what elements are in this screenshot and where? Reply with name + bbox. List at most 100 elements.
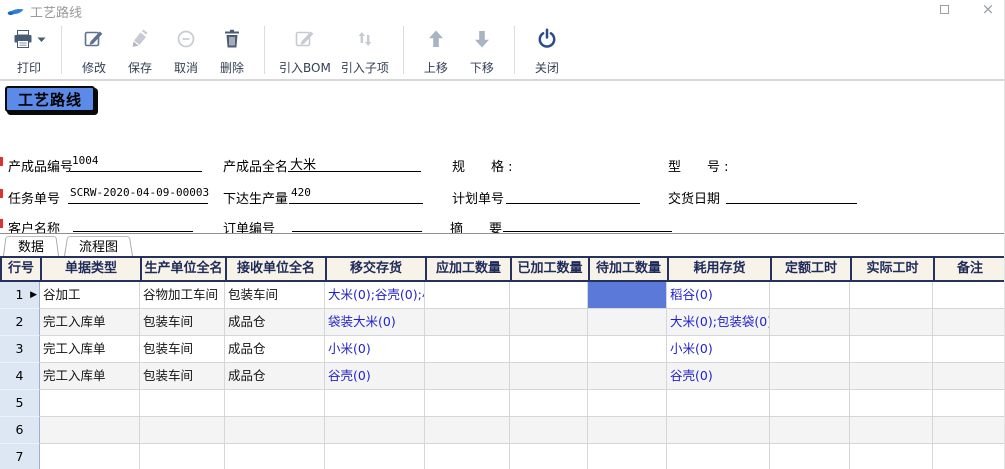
- table-cell[interactable]: [588, 390, 667, 417]
- table-cell[interactable]: [933, 336, 1005, 363]
- customer-name-value[interactable]: [73, 214, 193, 232]
- table-cell[interactable]: [933, 363, 1005, 390]
- row-number-cell[interactable]: 2: [0, 309, 40, 336]
- table-cell[interactable]: [510, 390, 588, 417]
- table-cell[interactable]: 完工入库单: [40, 309, 140, 336]
- product-code-value[interactable]: 1004: [70, 154, 202, 172]
- import-subitem-button[interactable]: 引入子项: [336, 23, 394, 79]
- table-cell[interactable]: [588, 363, 667, 390]
- table-cell[interactable]: 小米(0): [325, 336, 425, 363]
- table-cell[interactable]: [933, 417, 1005, 444]
- tab-data[interactable]: 数据: [3, 234, 59, 256]
- maximize-button[interactable]: [936, 1, 952, 17]
- row-number-cell[interactable]: 3: [0, 336, 40, 363]
- table-cell[interactable]: [510, 309, 588, 336]
- delivery-date-value[interactable]: [726, 186, 857, 204]
- order-no-value[interactable]: [292, 214, 422, 232]
- table-cell[interactable]: [850, 309, 933, 336]
- table-cell[interactable]: [510, 363, 588, 390]
- table-cell[interactable]: [850, 444, 933, 469]
- table-cell[interactable]: [588, 336, 667, 363]
- table-cell[interactable]: 包装车间: [225, 282, 325, 309]
- save-button[interactable]: 保存: [117, 23, 163, 79]
- table-cell[interactable]: [425, 309, 510, 336]
- table-cell[interactable]: [850, 336, 933, 363]
- table-cell[interactable]: [933, 282, 1005, 309]
- task-no-value[interactable]: SCRW-2020-04-09-00003: [68, 186, 208, 204]
- table-cell[interactable]: [140, 444, 225, 469]
- table-cell[interactable]: 谷壳(0): [325, 363, 425, 390]
- row-number-cell[interactable]: 4: [0, 363, 40, 390]
- table-cell[interactable]: [770, 417, 850, 444]
- table-cell[interactable]: [933, 390, 1005, 417]
- row-number-cell[interactable]: 6: [0, 417, 40, 444]
- table-cell[interactable]: [40, 417, 140, 444]
- modify-button[interactable]: 修改: [71, 23, 117, 79]
- table-cell[interactable]: [40, 390, 140, 417]
- table-cell[interactable]: [770, 282, 850, 309]
- table-cell[interactable]: 成品仓: [225, 336, 325, 363]
- table-cell[interactable]: [667, 417, 770, 444]
- table-cell[interactable]: [325, 390, 425, 417]
- table-cell[interactable]: [667, 390, 770, 417]
- table-cell[interactable]: [225, 390, 325, 417]
- table-cell[interactable]: [425, 336, 510, 363]
- table-cell[interactable]: [510, 282, 588, 309]
- cancel-button[interactable]: 取消: [163, 23, 209, 79]
- production-qty-value[interactable]: 420: [289, 186, 423, 204]
- table-cell[interactable]: [770, 336, 850, 363]
- table-cell[interactable]: 包装车间: [140, 336, 225, 363]
- table-cell[interactable]: [225, 444, 325, 469]
- table-cell[interactable]: [588, 282, 667, 309]
- table-cell[interactable]: 大米(0);谷壳(0);小米(0): [325, 282, 425, 309]
- row-number-cell[interactable]: 7: [0, 444, 40, 469]
- table-cell[interactable]: [588, 444, 667, 469]
- table-cell[interactable]: 袋装大米(0): [325, 309, 425, 336]
- table-cell[interactable]: [588, 309, 667, 336]
- table-cell[interactable]: [770, 309, 850, 336]
- table-cell[interactable]: [425, 444, 510, 469]
- table-cell[interactable]: [770, 390, 850, 417]
- move-up-button[interactable]: 上移: [413, 23, 459, 79]
- table-cell[interactable]: [667, 444, 770, 469]
- table-cell[interactable]: [588, 417, 667, 444]
- table-cell[interactable]: 成品仓: [225, 309, 325, 336]
- table-cell[interactable]: [140, 390, 225, 417]
- table-cell[interactable]: [325, 444, 425, 469]
- table-cell[interactable]: 包装车间: [140, 309, 225, 336]
- table-cell[interactable]: 稻谷(0): [667, 282, 770, 309]
- move-down-button[interactable]: 下移: [459, 23, 505, 79]
- dropdown-caret-icon[interactable]: [37, 27, 47, 51]
- table-cell[interactable]: [770, 444, 850, 469]
- table-cell[interactable]: [425, 363, 510, 390]
- product-name-value[interactable]: 大米: [288, 154, 421, 172]
- table-cell[interactable]: [425, 390, 510, 417]
- import-bom-button[interactable]: 引入BOM: [274, 23, 336, 79]
- table-cell[interactable]: [850, 282, 933, 309]
- table-cell[interactable]: [850, 417, 933, 444]
- tab-flowchart[interactable]: 流程图: [64, 234, 133, 256]
- table-cell[interactable]: 成品仓: [225, 363, 325, 390]
- close-button[interactable]: ×: [980, 1, 996, 17]
- table-cell[interactable]: 谷加工: [40, 282, 140, 309]
- summary-value[interactable]: [503, 214, 672, 232]
- row-number-cell[interactable]: 1▶: [0, 282, 40, 309]
- table-cell[interactable]: [510, 417, 588, 444]
- table-cell[interactable]: 小米(0): [667, 336, 770, 363]
- close-button[interactable]: 关闭: [524, 23, 570, 79]
- table-cell[interactable]: [225, 417, 325, 444]
- table-cell[interactable]: 完工入库单: [40, 363, 140, 390]
- table-cell[interactable]: [40, 444, 140, 469]
- table-cell[interactable]: [140, 417, 225, 444]
- table-cell[interactable]: [770, 363, 850, 390]
- table-cell[interactable]: [425, 282, 510, 309]
- print-button[interactable]: 打印: [6, 23, 52, 79]
- table-cell[interactable]: 包装车间: [140, 363, 225, 390]
- table-cell[interactable]: 完工入库单: [40, 336, 140, 363]
- page-title-button[interactable]: 工艺路线: [5, 86, 95, 112]
- table-cell[interactable]: [510, 336, 588, 363]
- table-cell[interactable]: [933, 309, 1005, 336]
- table-cell[interactable]: [510, 444, 588, 469]
- table-cell[interactable]: 谷壳(0): [667, 363, 770, 390]
- table-cell[interactable]: [850, 363, 933, 390]
